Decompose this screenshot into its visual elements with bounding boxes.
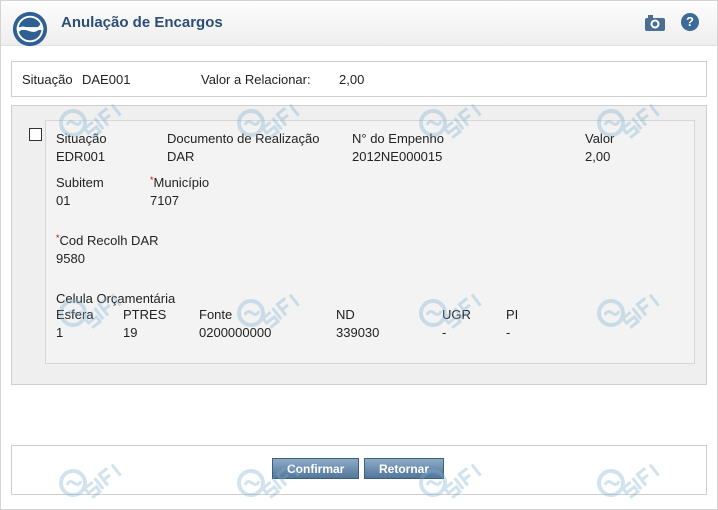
help-icon[interactable]: ? — [681, 13, 699, 31]
subitem-value: 01 — [56, 193, 71, 208]
cod-recolh-label-text: Cod Recolh DAR — [59, 233, 159, 248]
celula-col-ugr: UGR — [442, 307, 471, 322]
valor-label: Valor — [585, 131, 615, 146]
summary-situacao-label: Situação — [22, 72, 73, 87]
situacao-value: EDR001 — [56, 149, 106, 164]
confirm-button[interactable]: Confirmar — [272, 458, 360, 479]
celula-label: Celula Orçamentária — [56, 291, 176, 306]
summary-bar: Situação DAE001 Valor a Relacionar: 2,00 — [11, 61, 707, 97]
celula-col-fonte: Fonte — [199, 307, 233, 322]
celula-col-esfera: Esfera — [56, 307, 94, 322]
return-button[interactable]: Retornar — [364, 458, 445, 479]
summary-situacao-value: DAE001 — [82, 72, 131, 87]
items-panel: Situação EDR001 Documento de Realização … — [11, 105, 707, 385]
celula-val-pi: - — [506, 325, 511, 340]
footer-actions: Confirmar Retornar — [11, 445, 707, 495]
summary-valor-label: Valor a Relacionar: — [201, 72, 311, 87]
item-detail-panel: Situação EDR001 Documento de Realização … — [45, 120, 695, 364]
item-select-checkbox[interactable] — [29, 128, 42, 141]
celula-val-esfera: 1 — [56, 325, 64, 340]
page-title: Anulação de Encargos — [61, 14, 223, 31]
celula-col-nd: ND — [336, 307, 355, 322]
municipio-label: *Município — [150, 175, 209, 190]
situacao-label: Situação — [56, 131, 107, 146]
empenho-value: 2012NE000015 — [352, 149, 443, 164]
cod-recolh-value: 9580 — [56, 251, 85, 266]
empenho-label: N° do Empenho — [352, 131, 444, 146]
documento-label: Documento de Realização — [167, 131, 320, 146]
help-glyph: ? — [686, 14, 694, 29]
celula-col-pi: PI — [506, 307, 519, 322]
window-frame: Anulação de Encargos ? Situação DAE001 V… — [0, 0, 718, 510]
celula-col-ptres: PTRES — [123, 307, 167, 322]
municipio-label-text: Município — [153, 175, 210, 190]
celula-val-nd: 339030 — [336, 325, 380, 340]
municipio-value: 7107 — [150, 193, 179, 208]
celula-val-ugr: - — [442, 325, 447, 340]
camera-icon[interactable] — [644, 13, 666, 33]
celula-val-ptres: 19 — [123, 325, 138, 340]
cod-recolh-label: *Cod Recolh DAR — [56, 233, 159, 248]
subitem-label: Subitem — [56, 175, 104, 190]
siafi-logo-icon — [12, 11, 48, 47]
celula-val-fonte: 0200000000 — [199, 325, 272, 340]
valor-value: 2,00 — [585, 149, 611, 164]
header-bar: Anulação de Encargos ? — [1, 1, 717, 47]
summary-valor-value: 2,00 — [339, 72, 365, 87]
documento-value: DAR — [167, 149, 195, 164]
